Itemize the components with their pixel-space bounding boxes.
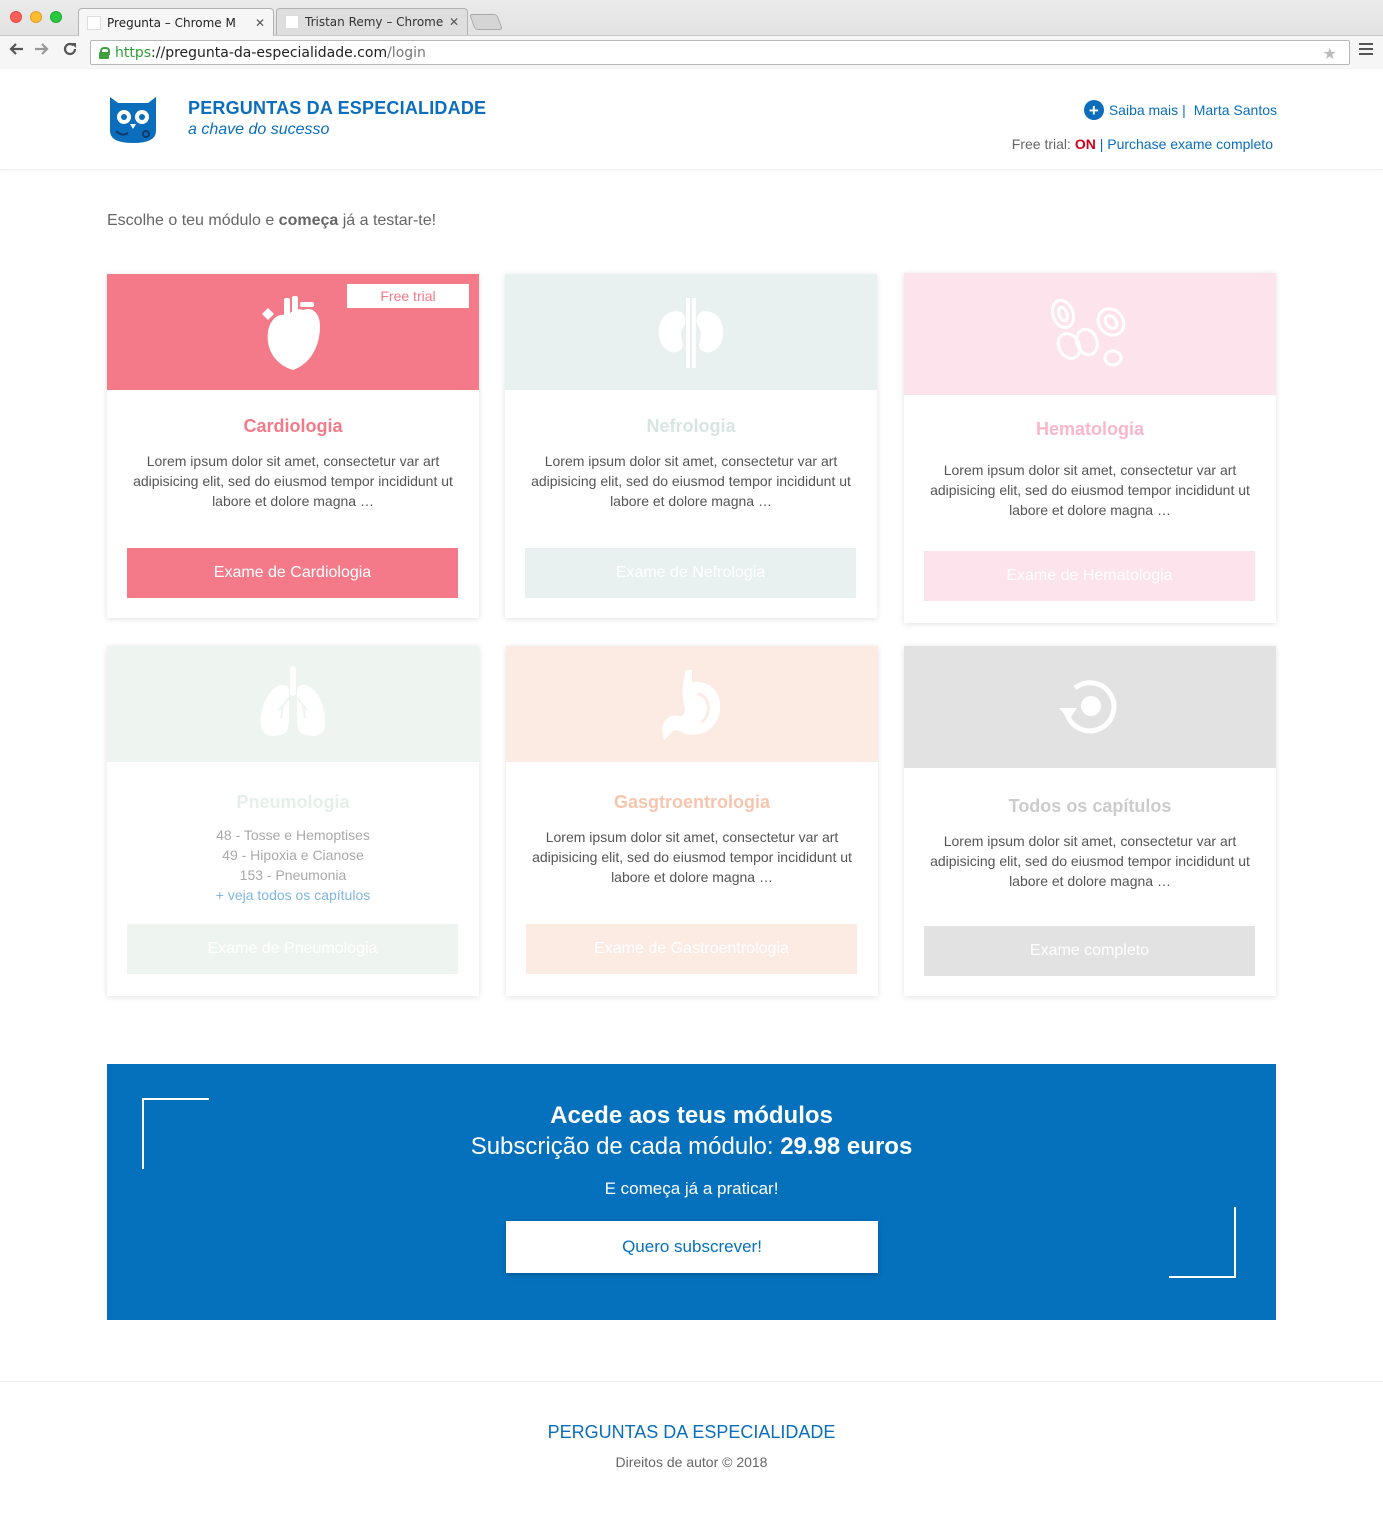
header-links: + Saiba mais | Marta Santos: [1083, 100, 1277, 120]
site-header: PERGUNTAS DA ESPECIALIDADE a chave do su…: [0, 69, 1383, 170]
tab-favicon: [285, 15, 299, 29]
trial-status-line: Free trial: ON | Purchase exame completo: [1012, 136, 1273, 152]
new-tab-button[interactable]: [469, 14, 503, 30]
trial-separator: |: [1099, 136, 1104, 152]
lungs-icon: [260, 666, 326, 736]
saiba-mais-link[interactable]: Saiba mais: [1109, 102, 1178, 118]
tab-title: Pregunta – Chrome M: [107, 15, 236, 30]
site-footer: PERGUNTAS DA ESPECIALIDADE Direitos de a…: [0, 1381, 1383, 1516]
subscription-promo: Acede aos teus módulos Subscrição de cad…: [107, 1064, 1276, 1320]
kidneys-icon: [658, 298, 724, 368]
address-bar[interactable]: https://pregunta-da-especialidade.com/lo…: [90, 40, 1350, 65]
brand-title[interactable]: PERGUNTAS DA ESPECIALIDADE: [188, 98, 486, 119]
heart-icon: [262, 296, 320, 370]
module-card-gastroentrologia: Gasgtroentrologia Lorem ipsum dolor sit …: [506, 646, 878, 996]
chapter-item[interactable]: 153 - Pneumonia: [107, 865, 479, 885]
window-controls: [10, 11, 62, 23]
card-description: Lorem ipsum dolor sit amet, consectetur …: [133, 453, 453, 509]
exam-cardiologia-button[interactable]: Exame de Cardiologia: [127, 548, 458, 598]
promo-price: Subscrição de cada módulo: 29.98 euros: [107, 1133, 1276, 1161]
url-scheme: https: [115, 44, 152, 61]
exam-pneumologia-button[interactable]: Exame de Pneumologia: [127, 924, 458, 974]
user-name-link[interactable]: Marta Santos: [1194, 102, 1277, 118]
card-title: Hematologia: [1035, 419, 1145, 439]
free-trial-badge: Free trial: [347, 284, 469, 308]
back-arrow-icon[interactable]: [8, 41, 24, 62]
module-card-nefrologia: Nefrologia Lorem ipsum dolor sit amet, c…: [505, 274, 877, 618]
chapter-item[interactable]: 49 - Hipoxia e Cianose: [107, 845, 479, 865]
close-tab-icon[interactable]: ✕: [449, 15, 459, 29]
header-separator: |: [1182, 102, 1186, 118]
close-tab-icon[interactable]: ✕: [255, 16, 265, 30]
cycle-icon: [1059, 680, 1117, 734]
tab-title: Tristan Remy – Chrome M: [305, 15, 443, 29]
chapter-item[interactable]: 48 - Tosse e Hemoptises: [107, 825, 479, 845]
brand-tagline: a chave do sucesso: [188, 121, 330, 138]
browser-tab-inactive[interactable]: Tristan Remy – Chrome M ✕: [276, 8, 468, 35]
exam-completo-button[interactable]: Exame completo: [924, 926, 1255, 976]
owl-logo-icon[interactable]: [106, 91, 160, 145]
reload-icon[interactable]: [62, 41, 78, 62]
card-title: Pneumologia: [236, 792, 350, 812]
blood-cells-icon: [1050, 298, 1126, 367]
card-header-cardiologia: Free trial: [107, 274, 479, 390]
card-title: Todos os capítulos: [1008, 796, 1172, 816]
close-window-button[interactable]: [10, 11, 22, 23]
decorative-corner: [1169, 1207, 1236, 1278]
tab-favicon: [87, 15, 101, 30]
chapter-list: 48 - Tosse e Hemoptises 49 - Hipoxia e C…: [107, 825, 479, 905]
minimize-window-button[interactable]: [30, 11, 42, 23]
card-header-nefrologia: [505, 274, 877, 390]
promo-price-value: 29.98 euros: [780, 1133, 913, 1160]
module-card-pneumologia: Pneumologia 48 - Tosse e Hemoptises 49 -…: [107, 646, 479, 996]
promo-tagline: E começa já a praticar!: [604, 1179, 779, 1198]
url-host: ://pregunta-da-especialidade.com: [151, 44, 388, 61]
browser-chrome: Pregunta – Chrome M ✕ Tristan Remy – Chr…: [0, 0, 1383, 69]
card-title: Cardiologia: [243, 416, 343, 436]
promo-headline: Acede aos teus módulos: [550, 1102, 833, 1129]
card-description: Lorem ipsum dolor sit amet, consectetur …: [930, 833, 1250, 889]
url-path: /login: [387, 44, 426, 61]
see-all-chapters-link[interactable]: + veja todos os capítulos: [107, 885, 479, 905]
card-header-hematologia: [904, 273, 1276, 395]
card-description: Lorem ipsum dolor sit amet, consectetur …: [532, 829, 852, 885]
card-description: Lorem ipsum dolor sit amet, consectetur …: [930, 462, 1250, 518]
intro-text: Escolhe o teu módulo e começa já a testa…: [107, 212, 436, 230]
trial-status-badge: ON: [1074, 136, 1096, 152]
intro-text-end: já a testar-te!: [338, 212, 437, 229]
module-card-hematologia: Hematologia Lorem ipsum dolor sit amet, …: [904, 273, 1276, 623]
card-title: Gasgtroentrologia: [613, 792, 770, 812]
card-description: Lorem ipsum dolor sit amet, consectetur …: [531, 453, 851, 509]
promo-price-label: Subscrição de cada módulo:: [470, 1133, 781, 1160]
plus-circle-icon[interactable]: +: [1083, 100, 1104, 120]
browser-menu-icon[interactable]: [1359, 43, 1373, 58]
browser-toolbar: https://pregunta-da-especialidade.com/lo…: [0, 35, 1383, 69]
purchase-exam-link[interactable]: Purchase exame completo: [1107, 136, 1273, 152]
footer-copyright: Direitos de autor © 2018: [615, 1454, 768, 1470]
card-header-todos: [904, 646, 1276, 768]
exam-hematologia-button[interactable]: Exame de Hematologia: [924, 551, 1255, 601]
module-card-todos: Todos os capítulos Lorem ipsum dolor sit…: [904, 646, 1276, 996]
forward-arrow-icon[interactable]: [34, 41, 50, 62]
exam-gastroentrologia-button[interactable]: Exame de Gastroentrologia: [526, 924, 857, 974]
card-title: Nefrologia: [646, 416, 736, 436]
browser-tab-active[interactable]: Pregunta – Chrome M ✕: [78, 8, 274, 36]
footer-brand-link[interactable]: PERGUNTAS DA ESPECIALIDADE: [0, 1422, 1383, 1443]
intro-text-start: Escolhe o teu módulo e: [107, 212, 279, 229]
intro-text-bold: começa: [278, 212, 339, 229]
exam-nefrologia-button[interactable]: Exame de Nefrologia: [525, 548, 856, 598]
module-card-cardiologia: Free trial Cardiologia Lorem ipsum dolor…: [107, 274, 479, 618]
lock-icon: [99, 46, 110, 59]
zoom-window-button[interactable]: [50, 11, 62, 23]
stomach-icon: [662, 670, 721, 740]
card-header-pneumologia: [107, 646, 479, 762]
bookmark-star-icon[interactable]: ★: [1323, 44, 1337, 63]
trial-label: Free trial:: [1011, 136, 1071, 152]
card-header-gastroentrologia: [506, 646, 878, 762]
subscribe-button[interactable]: Quero subscrever!: [506, 1221, 878, 1273]
